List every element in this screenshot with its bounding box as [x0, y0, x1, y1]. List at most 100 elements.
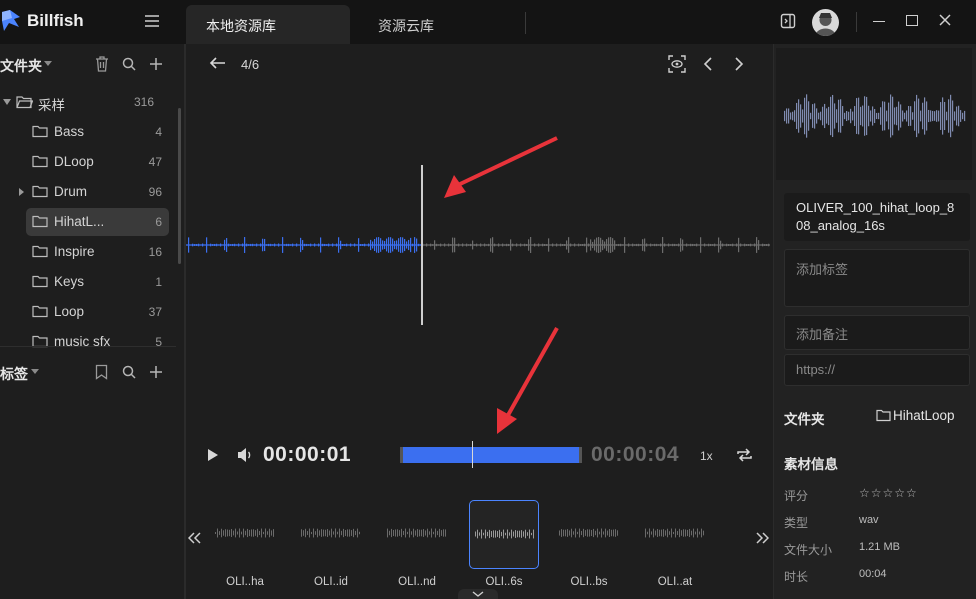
sidebar-folder-item[interactable]: Loop 37 [0, 298, 176, 326]
file-name-field[interactable]: OLIVER_100_hihat_loop_808_analog_16s [784, 193, 970, 241]
next-item-icon[interactable] [734, 57, 744, 71]
folder-open-icon [16, 95, 33, 109]
info-section-title: 素材信息 [784, 457, 838, 472]
tab-local-library[interactable]: 本地资源库 [186, 5, 350, 44]
sidebar-folder-item[interactable]: Drum 96 [0, 178, 176, 206]
sidebar-folder-item[interactable]: Bass 4 [0, 118, 176, 146]
collapse-strip-button[interactable] [458, 589, 498, 599]
folder-count: 37 [148, 305, 162, 319]
thumbnail-waveform [559, 528, 618, 538]
sidebar-folder-item[interactable]: Keys 1 [0, 268, 176, 296]
waveform-preview [776, 48, 972, 180]
search-icon[interactable] [122, 57, 136, 71]
add-folder-icon[interactable] [149, 57, 163, 71]
sidebar-folder-item[interactable]: music sfx 5 [0, 328, 176, 356]
menu-icon[interactable] [144, 14, 160, 28]
caret-down-icon[interactable] [3, 99, 11, 105]
scroll-left-icon[interactable] [188, 532, 201, 544]
thumbnail-label: OLI..at [657, 576, 693, 588]
folder-label: HihatL... [54, 214, 105, 229]
thumbnail-waveform [645, 528, 704, 538]
annotation-arrow-icon [444, 136, 558, 198]
thumbnail-item[interactable] [210, 500, 280, 569]
tab-divider [525, 12, 526, 34]
billfish-logo-icon [0, 9, 22, 33]
thumbnail-item[interactable] [296, 500, 366, 569]
rating-label: 评分 [784, 489, 809, 503]
add-note-field[interactable]: 添加备注 [784, 315, 970, 350]
annotation-arrow-icon [497, 327, 559, 434]
bookmark-icon[interactable] [95, 364, 108, 380]
thumbnail-item[interactable] [469, 500, 539, 569]
loop-icon[interactable] [736, 447, 753, 463]
folder-icon [32, 155, 48, 168]
scroll-right-icon[interactable] [756, 532, 769, 544]
tab-label: 资源云库 [378, 18, 434, 34]
folder-key-label: 文件夹 [784, 412, 825, 427]
folder-label: DLoop [54, 154, 94, 169]
thumbnail-label: OLI..ha [226, 576, 264, 588]
thumbnail-label: OLI..bs [570, 576, 608, 588]
folder-root-caiyang[interactable]: 采样 316 [0, 88, 176, 116]
item-counter: 4/6 [241, 57, 260, 72]
avatar[interactable] [812, 9, 839, 36]
folder-count: 16 [148, 245, 162, 259]
folder-icon [32, 215, 48, 228]
folder-label: Bass [54, 124, 85, 139]
type-value: wav [859, 514, 879, 526]
folder-link[interactable]: HihatLoop [893, 408, 955, 423]
folder-label: 采样 [38, 98, 65, 113]
current-time: 00:00:01 [263, 443, 352, 466]
sidebar-scrollbar[interactable] [178, 108, 181, 264]
duration-label: 时长 [784, 570, 809, 584]
playback-progress-bar[interactable] [400, 447, 582, 463]
sidebar-divider [0, 346, 176, 347]
minimize-icon[interactable] [873, 21, 885, 22]
folder-count: 47 [148, 155, 162, 169]
folders-section-title[interactable]: 文件夹 [0, 56, 42, 76]
tab-label: 本地资源库 [206, 18, 276, 34]
search-icon[interactable] [122, 365, 136, 379]
caret-right-icon[interactable] [19, 188, 24, 196]
sidebar-folder-item[interactable]: HihatL... 6 [0, 208, 176, 236]
focus-view-icon[interactable] [668, 55, 686, 73]
back-arrow-icon[interactable] [209, 56, 227, 70]
rating-stars[interactable]: ☆☆☆☆☆ [859, 486, 918, 500]
playback-speed-button[interactable]: 1x [700, 449, 713, 463]
add-tag-field[interactable]: 添加标签 [784, 249, 970, 307]
add-tag-icon[interactable] [149, 365, 163, 379]
thumbnail-label: OLI..id [314, 576, 348, 588]
volume-icon[interactable] [237, 447, 254, 463]
folder-count: 1 [155, 275, 162, 289]
window-controls-divider [856, 12, 857, 32]
url-field[interactable]: https:// [784, 354, 970, 386]
folder-count: 4 [155, 125, 162, 139]
folder-count: 96 [148, 185, 162, 199]
chevron-down-icon[interactable] [44, 61, 52, 67]
tags-section-title[interactable]: 标签 [0, 364, 28, 384]
chevron-down-icon[interactable] [31, 369, 39, 375]
trash-icon[interactable] [95, 56, 109, 72]
folder-icon [32, 185, 48, 198]
folder-icon [876, 409, 891, 422]
folder-icon [32, 275, 48, 288]
tab-cloud-library[interactable]: 资源云库 [352, 5, 526, 44]
folder-label: Keys [54, 274, 85, 289]
prev-item-icon[interactable] [703, 57, 713, 71]
folder-count: 316 [133, 95, 154, 109]
thumbnail-item[interactable] [640, 500, 710, 569]
maximize-icon[interactable] [906, 15, 918, 26]
thumbnail-item[interactable] [554, 500, 624, 569]
progress-handle[interactable] [472, 441, 473, 468]
play-icon[interactable] [207, 448, 219, 462]
thumbnail-label: OLI..nd [398, 576, 436, 588]
folder-count: 6 [155, 215, 162, 229]
file-size-label: 文件大小 [784, 543, 833, 557]
panel-toggle-icon[interactable] [780, 13, 796, 29]
sidebar-folder-item[interactable]: DLoop 47 [0, 148, 176, 176]
sidebar-folder-item[interactable]: Inspire 16 [0, 238, 176, 266]
thumbnail-waveform [387, 528, 446, 538]
close-icon[interactable] [938, 13, 952, 27]
thumbnail-item[interactable] [382, 500, 452, 569]
thumbnail-waveform [301, 528, 360, 538]
